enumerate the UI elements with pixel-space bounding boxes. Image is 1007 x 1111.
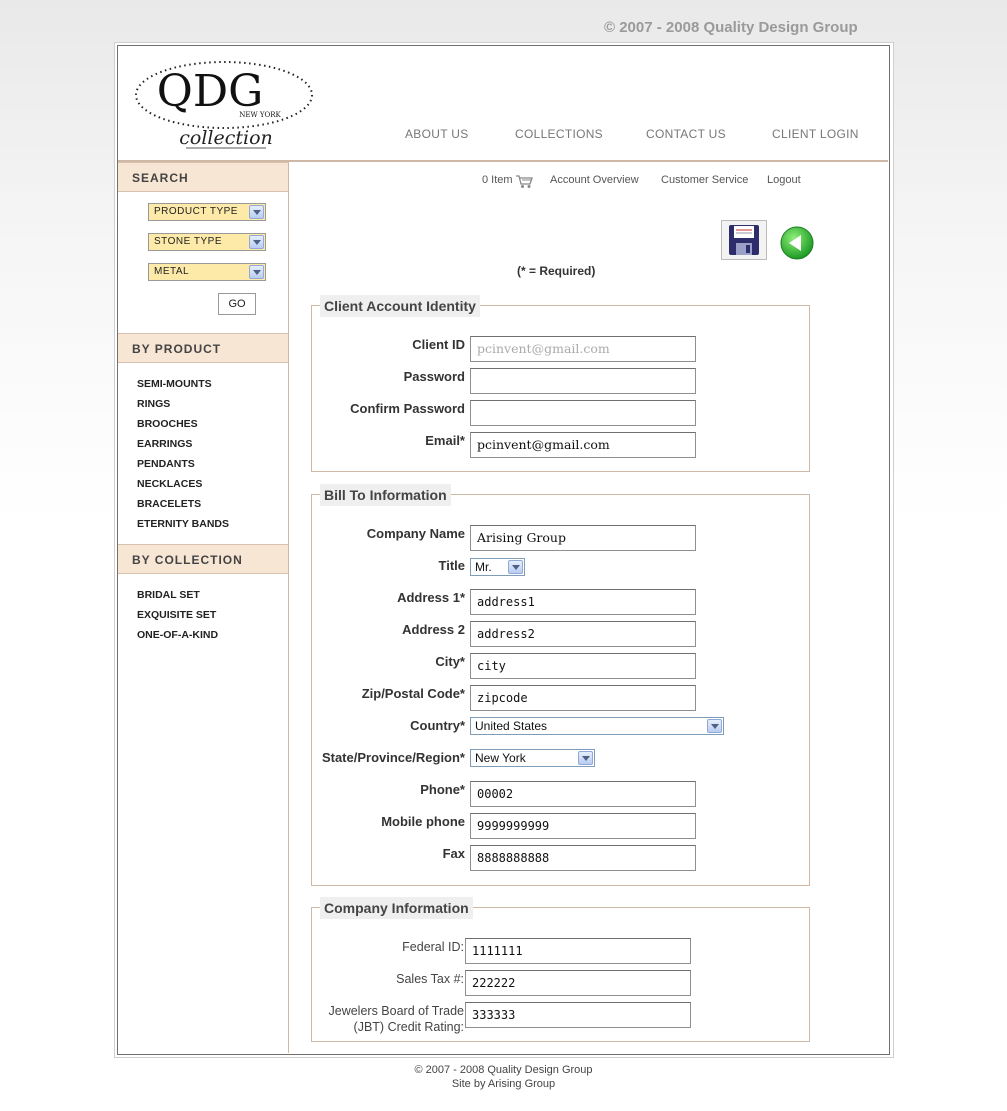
federal-id-label: Federal ID: — [402, 940, 464, 954]
identity-legend: Client Account Identity — [320, 295, 480, 317]
nav-contact-us[interactable]: CONTACT US — [646, 127, 726, 141]
product-link-eternity-bands[interactable]: ETERNITY BANDS — [137, 518, 229, 530]
sidebar: SEARCH PRODUCT TYPE STONE TYPE METAL GO … — [118, 162, 289, 1053]
federal-id-field[interactable]: 1111111 — [465, 938, 691, 964]
chevron-down-icon — [578, 751, 593, 765]
customer-service-link[interactable]: Customer Service — [661, 174, 748, 186]
state-select[interactable]: New York — [470, 749, 595, 767]
zip-label: Zip/Postal Code* — [361, 686, 465, 701]
phone-field[interactable]: 00002 — [470, 781, 696, 807]
metal-value: METAL — [154, 266, 190, 277]
product-type-value: PRODUCT TYPE — [154, 206, 238, 217]
product-link-earrings[interactable]: EARRINGS — [137, 438, 192, 450]
cart-icon[interactable] — [515, 174, 533, 189]
password-label: Password — [403, 369, 465, 384]
chevron-down-icon — [508, 560, 523, 574]
collection-link-bridal-set[interactable]: BRIDAL SET — [137, 589, 200, 601]
product-link-pendants[interactable]: PENDANTS — [137, 458, 195, 470]
title-value: Mr. — [475, 560, 492, 574]
email-field[interactable]: pcinvent@gmail.com — [470, 432, 696, 458]
site-header: QDG NEW YORK collection ABOUT US COLLECT… — [118, 46, 888, 162]
chevron-down-icon — [249, 265, 264, 279]
chevron-down-icon — [249, 205, 264, 219]
back-arrow-icon[interactable] — [780, 226, 814, 260]
country-select[interactable]: United States — [470, 717, 724, 735]
footer-copyright: © 2007 - 2008 Quality Design Group — [414, 1064, 593, 1076]
zip-field[interactable]: zipcode — [470, 685, 696, 711]
fax-field[interactable]: 8888888888 — [470, 845, 696, 871]
city-label: City* — [435, 654, 465, 669]
search-heading: SEARCH — [118, 162, 288, 192]
mobile-phone-label: Mobile phone — [381, 814, 465, 829]
chevron-down-icon — [707, 719, 722, 733]
title-select[interactable]: Mr. — [470, 558, 525, 576]
nav-collections[interactable]: COLLECTIONS — [515, 127, 603, 141]
title-label: Title — [438, 558, 466, 573]
mobile-phone-field[interactable]: 9999999999 — [470, 813, 696, 839]
client-id-label: Client ID — [412, 337, 465, 352]
logo-text-collection: collection — [179, 127, 273, 149]
logout-link[interactable]: Logout — [767, 174, 801, 186]
jbt-field[interactable]: 333333 — [465, 1002, 691, 1028]
city-field[interactable]: city — [470, 653, 696, 679]
country-label: Country* — [410, 718, 465, 733]
top-copyright: © 2007 - 2008 Quality Design Group — [604, 19, 858, 36]
confirm-password-label: Confirm Password — [350, 401, 465, 416]
stone-type-select[interactable]: STONE TYPE — [148, 233, 266, 251]
password-field[interactable] — [470, 368, 696, 394]
logo-text-newyork: NEW YORK — [239, 111, 281, 119]
company-legend: Company Information — [320, 897, 473, 919]
jbt-label-line1: Jewelers Board of Trade — [328, 1004, 465, 1018]
state-value: New York — [475, 751, 526, 765]
product-link-necklaces[interactable]: NECKLACES — [137, 478, 202, 490]
jbt-label: Jewelers Board of Trade (JBT) Credit Rat… — [329, 1003, 465, 1035]
floppy-disk-icon — [729, 225, 759, 255]
phone-label: Phone* — [420, 782, 465, 797]
jbt-label-line2: (JBT) Credit Rating: — [353, 1020, 464, 1034]
by-product-heading: BY PRODUCT — [118, 333, 288, 363]
sales-tax-label: Sales Tax #: — [396, 972, 464, 986]
company-name-field[interactable]: Arising Group — [470, 525, 696, 551]
chevron-down-icon — [249, 235, 264, 249]
product-link-brooches[interactable]: BROOCHES — [137, 418, 198, 430]
collection-link-exquisite-set[interactable]: EXQUISITE SET — [137, 609, 216, 621]
product-link-bracelets[interactable]: BRACELETS — [137, 498, 201, 510]
required-note: (* = Required) — [517, 264, 596, 278]
product-link-rings[interactable]: RINGS — [137, 398, 170, 410]
logo-text-qdg: QDG — [157, 66, 264, 117]
go-button[interactable]: GO — [218, 293, 256, 315]
company-name-label: Company Name — [366, 526, 465, 541]
metal-select[interactable]: METAL — [148, 263, 266, 281]
address2-label: Address 2 — [402, 622, 465, 637]
save-button[interactable] — [721, 220, 767, 260]
billing-legend: Bill To Information — [320, 484, 451, 506]
email-label: Email* — [425, 433, 465, 448]
fax-label: Fax — [442, 846, 465, 861]
cart-count: 0 Item — [482, 174, 513, 186]
by-collection-heading: BY COLLECTION — [118, 544, 288, 574]
client-id-field[interactable]: pcinvent@gmail.com — [470, 336, 696, 362]
nav-client-login[interactable]: CLIENT LOGIN — [772, 127, 859, 141]
product-link-semi-mounts[interactable]: SEMI-MOUNTS — [137, 378, 212, 390]
stone-type-value: STONE TYPE — [154, 236, 222, 247]
country-value: United States — [475, 719, 548, 733]
nav-about-us[interactable]: ABOUT US — [405, 127, 469, 141]
collection-link-one-of-a-kind[interactable]: ONE-OF-A-KIND — [137, 629, 218, 641]
address1-label: Address 1* — [397, 590, 465, 605]
product-type-select[interactable]: PRODUCT TYPE — [148, 203, 266, 221]
qdg-logo[interactable]: QDG NEW YORK collection — [134, 60, 314, 160]
footer-credit[interactable]: Site by Arising Group — [0, 1078, 1007, 1090]
sales-tax-field[interactable]: 222222 — [465, 970, 691, 996]
address1-field[interactable]: address1 — [470, 589, 696, 615]
state-label: State/Province/Region* — [321, 750, 465, 765]
address2-field[interactable]: address2 — [470, 621, 696, 647]
confirm-password-field[interactable] — [470, 400, 696, 426]
account-overview-link[interactable]: Account Overview — [550, 174, 639, 186]
cart-link[interactable]: 0 Item — [482, 174, 513, 186]
